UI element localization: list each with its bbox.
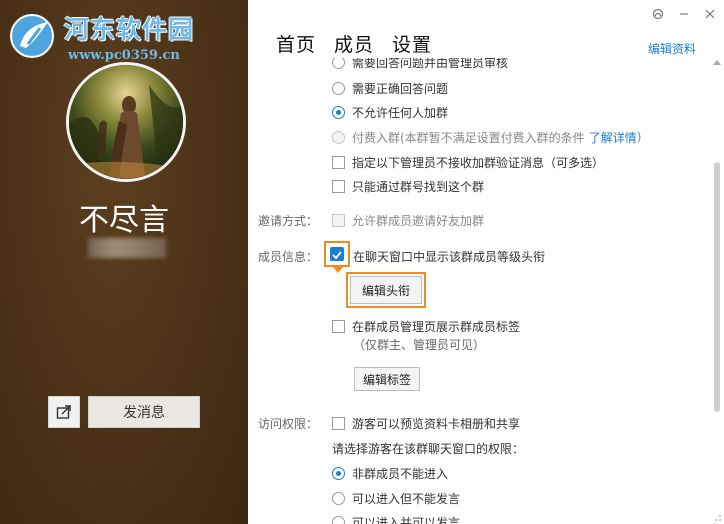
option-label: 可以进入但不能发言	[352, 491, 461, 506]
option-label: 在群成员管理页展示群成员标签	[352, 319, 521, 334]
settings-scroll-area: 需要回答问题并由管理员审核 需要正确回答问题 不允许任何人加群 付费入群(本群暂…	[248, 58, 724, 524]
join-option-no-one[interactable]: 不允许任何人加群	[332, 102, 448, 122]
invite-section-label: 邀请方式：	[258, 213, 319, 228]
checkbox[interactable]	[332, 416, 345, 430]
close-icon[interactable]	[702, 6, 718, 22]
send-message-button[interactable]: 发消息	[88, 396, 200, 428]
show-tags-option[interactable]: 在群成员管理页展示群成员标签	[332, 316, 520, 336]
prompt-label: 请选择游客在该群聊天窗口的权限：	[332, 441, 525, 456]
option-label: 游客可以预览资料卡相册和共享	[352, 416, 521, 431]
avatar-image	[69, 65, 183, 179]
tab-settings[interactable]: 设置	[392, 30, 432, 57]
share-button[interactable]	[48, 396, 80, 428]
check-icon	[332, 251, 342, 260]
option-label: 非群成员不能进入	[352, 466, 449, 481]
radio-button-selected[interactable]	[332, 466, 345, 480]
minimize-icon[interactable]	[676, 6, 692, 22]
join-option-label: 付费入群(本群暂不满足设置付费入群的条件	[352, 130, 585, 145]
show-level-title-option[interactable]: 在聊天窗口中显示该群成员等级头衔	[353, 246, 545, 266]
join-option-label: 需要回答问题并由管理员审核	[352, 58, 509, 70]
profile-sidebar: 河东软件园 www.pc0359.cn 不尽言 发消息	[0, 0, 248, 524]
option-label: 在聊天窗口中显示该群成员等级头衔	[353, 249, 546, 264]
avatar[interactable]	[66, 62, 186, 182]
scroll-up-arrow-icon[interactable]	[713, 60, 721, 65]
option-label: 指定以下管理员不接收加群验证消息（可多选）	[352, 155, 605, 170]
invite-option: 允许群成员邀请好友加群	[332, 210, 484, 230]
window-skin-icon[interactable]	[650, 6, 666, 22]
radio-button[interactable]	[332, 58, 345, 69]
admin-no-verify-option[interactable]: 指定以下管理员不接收加群验证消息（可多选）	[332, 152, 604, 172]
checkbox-checked[interactable]	[330, 247, 344, 261]
highlight-arrow	[333, 267, 343, 273]
watermark-site-url: www.pc0359.cn	[68, 48, 180, 63]
learn-more-link[interactable]: 了解详情	[589, 129, 637, 146]
radio-button[interactable]	[332, 81, 345, 95]
profile-username: 不尽言	[79, 203, 169, 238]
share-icon	[56, 405, 71, 419]
checkbox[interactable]	[332, 155, 345, 169]
resize-grip-icon[interactable]	[710, 510, 722, 522]
group-settings-panel: 首页 成员 设置 编辑资料 需要回答问题并由管理员审核 需要正确回答问题 不允许…	[248, 0, 724, 524]
option-label: 可以进入并可以发言	[352, 515, 461, 524]
site-logo-icon	[10, 14, 54, 58]
guest-permission-prompt: 请选择游客在该群聊天窗口的权限：	[332, 438, 524, 458]
nav-tabs: 首页 成员 设置	[276, 30, 432, 57]
edit-title-button[interactable]: 编辑头衔	[350, 276, 422, 304]
edit-tags-button[interactable]: 编辑标签	[354, 367, 420, 391]
option-label: 允许群成员邀请好友加群	[352, 213, 485, 228]
tab-members[interactable]: 成员	[334, 30, 374, 57]
guest-option-enter-and-speak[interactable]: 可以进入并可以发言	[332, 512, 460, 524]
checkbox[interactable]	[332, 179, 345, 193]
guest-option-no-entry[interactable]: 非群成员不能进入	[332, 463, 448, 483]
tags-visibility-note: （仅群主、管理员可见）	[353, 337, 486, 352]
option-label: 只能通过群号找到这个群	[352, 179, 485, 194]
tab-home[interactable]: 首页	[276, 30, 316, 57]
radio-button-selected[interactable]	[332, 105, 345, 119]
guest-option-enter-no-speak[interactable]: 可以进入但不能发言	[332, 488, 460, 508]
checkbox[interactable]	[332, 319, 345, 333]
join-option-label: 需要正确回答问题	[352, 81, 449, 96]
access-section-label: 访问权限：	[258, 416, 319, 431]
guest-preview-option[interactable]: 游客可以预览资料卡相册和共享	[332, 413, 520, 433]
radio-button-disabled	[332, 130, 345, 144]
join-option-paid: 付费入群(本群暂不满足设置付费入群的条件 了解详情 )	[332, 127, 641, 147]
watermark-site-name: 河东软件园	[64, 15, 195, 44]
join-option-review[interactable]: 需要回答问题并由管理员审核	[332, 58, 508, 72]
join-option-correct-answer[interactable]: 需要正确回答问题	[332, 78, 448, 98]
join-option-label: 不允许任何人加群	[352, 105, 449, 120]
group-number-only-option[interactable]: 只能通过群号找到这个群	[332, 176, 484, 196]
scrollbar-thumb[interactable]	[714, 162, 720, 412]
redacted-user-id	[88, 238, 166, 258]
member-info-section-label: 成员信息：	[258, 249, 319, 264]
radio-button[interactable]	[332, 491, 345, 505]
edit-profile-link[interactable]: 编辑资料	[648, 40, 696, 57]
radio-button[interactable]	[332, 515, 345, 524]
join-option-label-suffix: )	[636, 130, 642, 144]
checkbox-disabled	[332, 213, 345, 227]
window-controls	[650, 6, 718, 22]
